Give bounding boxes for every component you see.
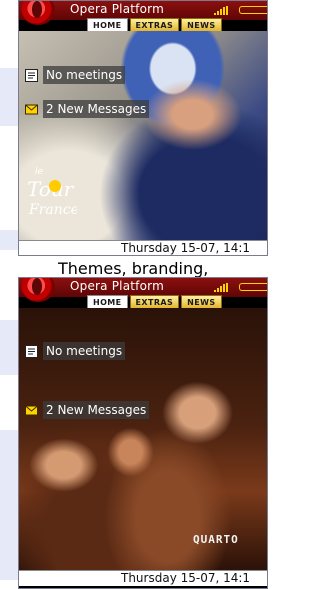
meetings-notice[interactable]: No meetings — [25, 342, 126, 360]
meetings-notice[interactable]: No meetings — [25, 66, 126, 84]
opera-logo-icon — [21, 278, 55, 302]
date-time: Thursday 15-07, 14:1 — [121, 241, 251, 255]
meetings-label: No meetings — [43, 342, 126, 360]
messages-notice[interactable]: 2 New Messages — [25, 100, 150, 118]
tab-home[interactable]: HOME — [87, 18, 128, 31]
signal-strength-icon — [214, 283, 230, 292]
tab-home[interactable]: HOME — [87, 295, 128, 308]
caption-text: Themes, branding, — [58, 259, 209, 278]
messages-label: 2 New Messages — [43, 100, 150, 118]
tab-extras[interactable]: EXTRAS — [129, 18, 180, 31]
home-screen-wallpaper: No meetings 2 New Messages le Tour Franc… — [19, 31, 267, 240]
signal-strength-icon — [214, 6, 230, 15]
calendar-icon — [25, 344, 38, 358]
home-screen-wallpaper: No meetings 2 New Messages QUARTO — [19, 308, 267, 570]
quarto-logo: QUARTO — [193, 533, 239, 546]
phone-screenshot-concert-theme: Opera Platform HOME EXTRAS NEWS No meeti… — [18, 277, 268, 589]
tab-news[interactable]: NEWS — [181, 18, 222, 31]
page-side-band — [0, 230, 18, 250]
messages-notice[interactable]: 2 New Messages — [25, 401, 150, 419]
tour-de-france-logo: le Tour France — [27, 167, 77, 218]
app-title: Opera Platform — [70, 2, 164, 16]
opera-logo-icon — [21, 1, 55, 25]
svg-text:le: le — [35, 167, 44, 177]
status-bar: Thursday 15-07, 14:1 — [19, 240, 267, 255]
status-bar: Thursday 15-07, 14:1 — [19, 570, 267, 586]
app-title: Opera Platform — [70, 279, 164, 293]
date-time: Thursday 15-07, 14:1 — [121, 571, 251, 585]
battery-icon — [239, 283, 267, 291]
envelope-icon — [25, 104, 38, 114]
tab-bar: HOME EXTRAS NEWS — [87, 295, 222, 308]
page-side-band — [0, 68, 18, 126]
page-side-band — [0, 320, 18, 375]
tab-extras[interactable]: EXTRAS — [129, 295, 180, 308]
messages-label: 2 New Messages — [43, 401, 150, 419]
page-side-band — [0, 430, 18, 580]
tab-bar: HOME EXTRAS NEWS — [87, 18, 222, 31]
tab-news[interactable]: NEWS — [181, 295, 222, 308]
svg-text:France: France — [28, 202, 77, 218]
phone-screenshot-sports-theme: Opera Platform HOME EXTRAS NEWS No meeti… — [18, 0, 268, 256]
meetings-label: No meetings — [43, 66, 126, 84]
calendar-icon — [25, 68, 38, 82]
envelope-icon — [25, 405, 38, 415]
battery-icon — [239, 6, 267, 14]
